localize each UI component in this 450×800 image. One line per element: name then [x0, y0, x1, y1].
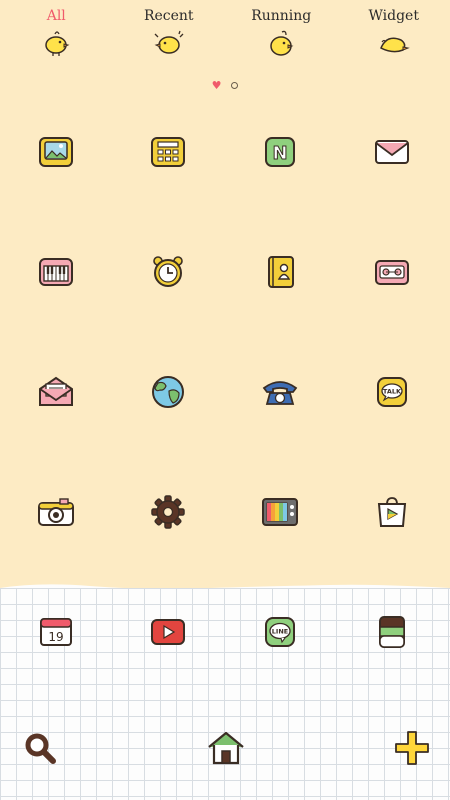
tv-icon — [262, 498, 298, 526]
home-button[interactable] — [204, 726, 248, 770]
line-app[interactable]: LINE — [260, 612, 300, 652]
calculator-app[interactable] — [148, 132, 188, 172]
youtube-app[interactable] — [148, 612, 188, 652]
play-store-app[interactable] — [372, 492, 412, 532]
add-button[interactable] — [390, 728, 434, 768]
radio-cassette-icon — [375, 260, 409, 285]
camera-app[interactable] — [36, 492, 76, 532]
kakaotalk-app[interactable]: TALK — [372, 372, 412, 412]
alarm-clock-icon — [153, 256, 183, 287]
naver-app[interactable]: N — [260, 132, 300, 172]
chick-icon — [379, 37, 410, 53]
tab-recent[interactable]: Recent — [113, 6, 226, 62]
tab-label: Running — [251, 8, 312, 24]
naver-icon: N — [265, 137, 295, 167]
calendar-app[interactable]: 19 — [36, 612, 76, 652]
browser-app[interactable] — [148, 372, 188, 412]
tab-all[interactable]: All — [0, 6, 113, 62]
calendar-date: 19 — [48, 630, 63, 644]
clock-app[interactable] — [148, 252, 188, 292]
chick-icon — [270, 30, 294, 56]
page-indicator: ♥ — [0, 80, 450, 91]
play-store-icon — [377, 497, 407, 527]
settings-app[interactable] — [148, 492, 188, 532]
wallet-app[interactable] — [372, 612, 412, 652]
kakaotalk-label: TALK — [383, 388, 402, 396]
camera-icon — [38, 498, 74, 526]
gallery-icon — [39, 137, 73, 167]
tab-label: Recent — [143, 8, 194, 24]
search-icon — [25, 733, 56, 764]
line-icon: LINE — [265, 617, 295, 647]
gallery-app[interactable] — [36, 132, 76, 172]
mail-app[interactable] — [372, 132, 412, 172]
telephone-icon — [262, 381, 298, 405]
settings-gear-icon — [151, 495, 185, 529]
phone-app[interactable] — [260, 372, 300, 412]
chick-icon — [154, 30, 184, 54]
wallet-icon — [379, 616, 405, 648]
message-envelope-icon — [39, 376, 73, 406]
contacts-app[interactable] — [260, 252, 300, 292]
tab-label: Widget — [368, 8, 419, 24]
naver-letter: N — [272, 143, 287, 164]
messages-app[interactable] — [36, 372, 76, 412]
tab-widget[interactable]: Widget — [338, 6, 450, 62]
kakaotalk-icon: TALK — [377, 377, 407, 407]
mail-icon — [375, 140, 409, 164]
line-label: LINE — [272, 628, 288, 636]
piano-app[interactable] — [36, 252, 76, 292]
calculator-icon — [151, 137, 185, 167]
globe-icon — [152, 376, 184, 408]
plus-icon — [395, 731, 429, 765]
home-icon — [208, 731, 244, 765]
youtube-icon — [151, 619, 185, 645]
tab-bar: All Recent Running Widget — [0, 6, 450, 62]
search-button[interactable] — [20, 728, 60, 768]
calendar-icon: 19 — [40, 618, 72, 646]
chick-icon — [45, 31, 70, 56]
tab-running[interactable]: Running — [225, 6, 338, 62]
contacts-icon — [268, 256, 294, 288]
radio-app[interactable] — [372, 252, 412, 292]
tab-label: All — [46, 8, 66, 24]
piano-icon — [39, 258, 73, 286]
page-dot[interactable] — [231, 82, 239, 89]
tv-app[interactable] — [260, 492, 300, 532]
current-page-heart-icon: ♥ — [211, 79, 222, 92]
